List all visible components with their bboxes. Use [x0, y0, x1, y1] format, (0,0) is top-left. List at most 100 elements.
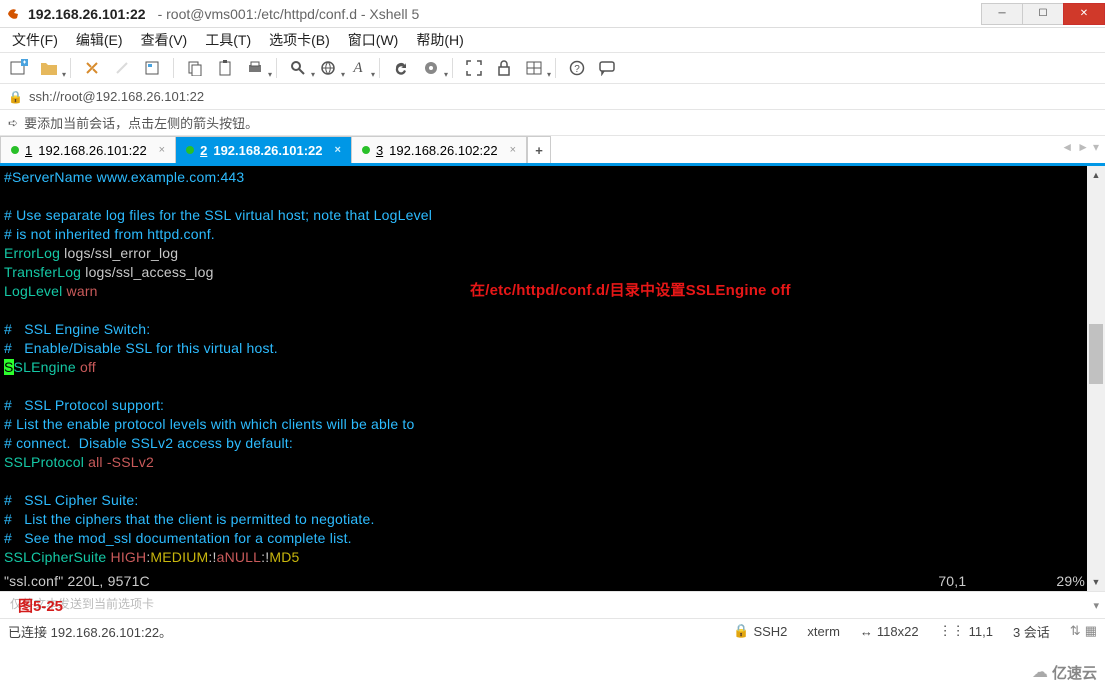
- color-icon[interactable]: [420, 57, 442, 79]
- tab-nav: ◄ ► ▾: [1061, 140, 1099, 154]
- scroll-track[interactable]: [1087, 184, 1105, 573]
- status-size-text: 118x22: [877, 624, 919, 639]
- grid-icon[interactable]: ▦: [1085, 623, 1097, 639]
- terminal-line: [4, 377, 1101, 396]
- language-icon[interactable]: [317, 57, 339, 79]
- scroll-down-icon[interactable]: ▼: [1087, 573, 1105, 591]
- separator-icon: [70, 58, 71, 78]
- menu-edit[interactable]: 编辑(E): [76, 30, 123, 50]
- address-text[interactable]: ssh://root@192.168.26.101:22: [29, 89, 204, 104]
- tab-label: 192.168.26.101:22: [213, 143, 322, 158]
- svg-text:?: ?: [574, 64, 580, 75]
- tab-close-icon[interactable]: ×: [510, 144, 516, 156]
- menu-help[interactable]: 帮助(H): [416, 30, 463, 50]
- minimize-button[interactable]: ─: [981, 3, 1023, 25]
- vim-file: "ssl.conf" 220L, 9571C: [4, 572, 150, 591]
- figure-caption: 图5-25: [18, 595, 63, 616]
- menu-view[interactable]: 查看(V): [141, 30, 188, 50]
- separator-icon: [276, 58, 277, 78]
- fullscreen-icon[interactable]: [463, 57, 485, 79]
- font-icon[interactable]: A: [347, 57, 369, 79]
- copy-icon[interactable]: [184, 57, 206, 79]
- title-bar: 192.168.26.101:22 - root@vms001:/etc/htt…: [0, 0, 1105, 28]
- separator-icon: [452, 58, 453, 78]
- status-proto: 🔒 SSH2: [733, 623, 787, 639]
- annotation-text: 在/etc/httpd/conf.d/目录中设置SSLEngine off: [470, 281, 791, 300]
- tab-prev-icon[interactable]: ◄: [1061, 140, 1073, 154]
- properties-icon[interactable]: [141, 57, 163, 79]
- lock-tiny-icon: 🔒: [733, 623, 749, 639]
- tab-next-icon[interactable]: ►: [1077, 140, 1089, 154]
- status-cursor-text: 11,1: [969, 624, 993, 639]
- status-proto-text: SSH2: [753, 624, 787, 639]
- terminal-line: TransferLog logs/ssl_access_log: [4, 263, 1101, 282]
- help-icon[interactable]: ?: [566, 57, 588, 79]
- title-ip: 192.168.26.101:22: [28, 6, 146, 22]
- separator-icon: [379, 58, 380, 78]
- add-session-arrow-icon[interactable]: ➪: [8, 116, 18, 130]
- chat-icon[interactable]: [596, 57, 618, 79]
- menu-file[interactable]: 文件(F): [12, 30, 58, 50]
- status-sessions: 3 会话: [1013, 622, 1050, 641]
- terminal-line: [4, 472, 1101, 491]
- session-tab-3[interactable]: 3 192.168.26.102:22 ×: [352, 136, 527, 163]
- terminal-line: SSLProtocol all -SSLv2: [4, 453, 1101, 472]
- terminal-scrollbar[interactable]: ▲ ▼: [1087, 166, 1105, 591]
- maximize-button[interactable]: ☐: [1022, 3, 1064, 25]
- terminal-line: # SSL Protocol support:: [4, 396, 1101, 415]
- open-session-icon[interactable]: [38, 57, 60, 79]
- vim-pct: 29%: [1056, 572, 1085, 591]
- tab-num: 3: [376, 143, 383, 158]
- menu-tab[interactable]: 选项卡(B): [269, 30, 330, 50]
- tab-strip: 1 192.168.26.101:22 × 2 192.168.26.101:2…: [0, 136, 1105, 166]
- tab-num: 1: [25, 143, 32, 158]
- new-session-icon[interactable]: [8, 57, 30, 79]
- status-dot-icon: [186, 146, 194, 154]
- separator-icon: [173, 58, 174, 78]
- status-dot-icon: [362, 146, 370, 154]
- terminal-line: # See the mod_ssl documentation for a co…: [4, 529, 1101, 548]
- scroll-thumb[interactable]: [1089, 324, 1103, 384]
- refresh-icon[interactable]: [390, 57, 412, 79]
- disconnect-icon[interactable]: [111, 57, 133, 79]
- status-size: ↔ 118x22: [860, 624, 919, 639]
- reconnect-icon[interactable]: [81, 57, 103, 79]
- tab-label: 192.168.26.101:22: [38, 143, 146, 158]
- tab-close-icon[interactable]: ×: [335, 144, 341, 156]
- tab-close-icon[interactable]: ×: [159, 144, 165, 156]
- window-controls: ─ ☐ ✕: [982, 3, 1105, 25]
- terminal-line: # is not inherited from httpd.conf.: [4, 225, 1101, 244]
- find-icon[interactable]: [287, 57, 309, 79]
- tab-label: 192.168.26.102:22: [389, 143, 497, 158]
- send-mode-dropdown[interactable]: ▾: [1093, 599, 1099, 612]
- tab-list-icon[interactable]: ▾: [1093, 140, 1099, 154]
- new-tab-button[interactable]: +: [527, 136, 551, 163]
- terminal[interactable]: #ServerName www.example.com:443 # Use se…: [0, 166, 1105, 591]
- print-icon[interactable]: [244, 57, 266, 79]
- terminal-line: # List the enable protocol levels with w…: [4, 415, 1101, 434]
- lock-small-icon: 🔒: [8, 90, 23, 104]
- paste-icon[interactable]: [214, 57, 236, 79]
- tool-bar: A ?: [0, 52, 1105, 84]
- terminal-line: # SSL Cipher Suite:: [4, 491, 1101, 510]
- terminal-line: # Use separate log files for the SSL vir…: [4, 206, 1101, 225]
- terminal-line: [4, 301, 1101, 320]
- status-cursor: ⋮⋮ 11,1: [939, 623, 993, 639]
- layout-icon[interactable]: [523, 57, 545, 79]
- status-bar: 已连接 192.168.26.101:22。 🔒SSH2 xterm ↔ 118…: [0, 619, 1105, 643]
- tab-num: 2: [200, 143, 207, 158]
- lock-icon[interactable]: [493, 57, 515, 79]
- session-tab-2[interactable]: 2 192.168.26.101:22 ×: [176, 136, 352, 163]
- address-row: 🔒 ssh://root@192.168.26.101:22: [0, 84, 1105, 110]
- vim-pos: 70,1: [938, 572, 966, 591]
- menu-window[interactable]: 窗口(W): [348, 30, 399, 50]
- scroll-up-icon[interactable]: ▲: [1087, 166, 1105, 184]
- menu-tool[interactable]: 工具(T): [205, 30, 251, 50]
- terminal-line: #ServerName www.example.com:443: [4, 168, 1101, 187]
- size-icon: ↔: [860, 624, 873, 639]
- close-button[interactable]: ✕: [1063, 3, 1105, 25]
- updown-icon[interactable]: ⇅: [1070, 623, 1081, 639]
- send-row: 图5-25 仅将文本发送到当前选项卡 ▾: [0, 591, 1105, 619]
- session-tab-1[interactable]: 1 192.168.26.101:22 ×: [0, 136, 176, 163]
- status-dot-icon: [11, 146, 19, 154]
